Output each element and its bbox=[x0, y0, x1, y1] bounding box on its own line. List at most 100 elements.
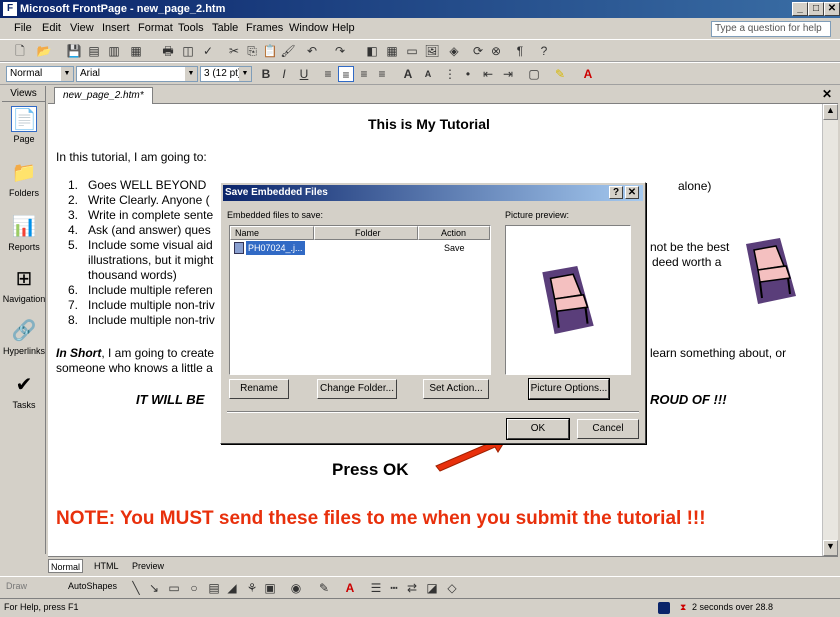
menu-tools[interactable]: Tools bbox=[178, 22, 204, 34]
preview-browser-icon[interactable]: ◫ bbox=[180, 43, 196, 59]
view-tasks[interactable]: ✔ Tasks bbox=[2, 372, 46, 410]
decrease-indent-icon[interactable]: ⇤ bbox=[480, 66, 496, 82]
font-select[interactable]: Arial ▼ bbox=[76, 66, 198, 82]
highlight-icon[interactable]: ✎ bbox=[552, 66, 568, 82]
menu-format[interactable]: Format bbox=[138, 22, 173, 34]
insert-picture-icon[interactable]: 🖼 bbox=[424, 43, 440, 59]
bullets-icon[interactable]: • bbox=[460, 66, 476, 82]
help-icon[interactable]: ? bbox=[536, 43, 552, 59]
menu-help[interactable]: Help bbox=[332, 22, 355, 34]
tab-normal[interactable]: Normal bbox=[48, 559, 84, 573]
increase-indent-icon[interactable]: ⇥ bbox=[500, 66, 516, 82]
tab-preview[interactable]: Preview bbox=[130, 559, 166, 573]
shadow-icon[interactable]: ◪ bbox=[424, 580, 440, 596]
picture-options-button[interactable]: Picture Options... bbox=[528, 378, 610, 400]
cancel-button[interactable]: Cancel bbox=[577, 419, 639, 439]
dialog-close-button[interactable]: ✕ bbox=[625, 186, 639, 199]
draw-menu[interactable]: Draw bbox=[6, 581, 27, 591]
line-icon[interactable]: ╲ bbox=[128, 580, 144, 596]
tab-new-page-2[interactable]: new_page_2.htm* bbox=[54, 87, 153, 104]
close-button[interactable]: ✕ bbox=[824, 2, 840, 16]
save-icon[interactable]: 💾 bbox=[66, 43, 82, 59]
view-navigation[interactable]: ⊞ Navigation bbox=[2, 266, 46, 304]
copy-icon[interactable]: ⎘ bbox=[244, 43, 260, 59]
line-color-icon[interactable]: ✎ bbox=[316, 580, 332, 596]
hyperlink-icon[interactable]: ⟳ bbox=[470, 43, 486, 59]
textbox-icon[interactable]: ▤ bbox=[206, 580, 222, 596]
scroll-down-icon[interactable]: ▼ bbox=[823, 540, 838, 556]
oval-icon[interactable]: ○ bbox=[186, 580, 202, 596]
menu-frames[interactable]: Frames bbox=[246, 22, 283, 34]
redo-icon[interactable]: ↷ bbox=[332, 43, 348, 59]
folder-list-icon[interactable]: ▥ bbox=[106, 43, 122, 59]
dash-style-icon[interactable]: ┅ bbox=[386, 580, 402, 596]
align-left-icon[interactable]: ≡ bbox=[320, 66, 336, 82]
dialog-help-button[interactable]: ? bbox=[609, 186, 623, 199]
view-reports[interactable]: 📊 Reports bbox=[2, 214, 46, 252]
italic-icon[interactable]: I bbox=[276, 66, 292, 82]
show-all-icon[interactable]: ¶ bbox=[512, 43, 528, 59]
print-icon[interactable]: 🖶 bbox=[160, 43, 176, 59]
insert-layer-icon[interactable]: ▭ bbox=[404, 43, 420, 59]
column-header-folder[interactable]: Folder bbox=[314, 226, 418, 240]
publish-icon[interactable]: ▤ bbox=[86, 43, 102, 59]
3d-icon[interactable]: ◇ bbox=[444, 580, 460, 596]
view-hyperlinks[interactable]: 🔗 Hyperlinks bbox=[2, 318, 46, 356]
align-right-icon[interactable]: ≡ bbox=[356, 66, 372, 82]
rectangle-icon[interactable]: ▭ bbox=[166, 580, 182, 596]
menu-insert[interactable]: Insert bbox=[102, 22, 130, 34]
drawing-icon[interactable]: ◈ bbox=[446, 43, 462, 59]
file-row[interactable]: PH07024_.j... Save bbox=[232, 241, 488, 255]
maximize-button[interactable]: □ bbox=[808, 2, 824, 16]
ok-button[interactable]: OK bbox=[506, 418, 570, 440]
numbering-icon[interactable]: ⋮ bbox=[442, 66, 458, 82]
spelling-icon[interactable]: ✓ bbox=[200, 43, 216, 59]
align-center-icon[interactable]: ≡ bbox=[338, 66, 354, 82]
underline-icon[interactable]: U bbox=[296, 66, 312, 82]
tab-html[interactable]: HTML bbox=[92, 559, 121, 573]
stop-icon[interactable]: ⊗ bbox=[488, 43, 504, 59]
change-folder-button[interactable]: Change Folder... bbox=[317, 379, 397, 399]
embedded-files-list[interactable]: Name Folder Action PH07024_.j... Save bbox=[229, 225, 491, 375]
autoshapes-menu[interactable]: AutoShapes bbox=[68, 581, 117, 591]
menu-view[interactable]: View bbox=[70, 22, 94, 34]
column-header-name[interactable]: Name bbox=[230, 226, 314, 240]
font-color-icon[interactable]: A bbox=[580, 66, 596, 82]
size-select[interactable]: 3 (12 pt) ▼ bbox=[200, 66, 252, 82]
arrow-icon[interactable]: ↘ bbox=[146, 580, 162, 596]
rename-button[interactable]: Rename bbox=[229, 379, 289, 399]
vertical-scrollbar[interactable]: ▲ ▼ bbox=[822, 104, 838, 556]
clipart-icon[interactable]: ⚘ bbox=[244, 580, 260, 596]
arrow-style-icon[interactable]: ⇄ bbox=[404, 580, 420, 596]
wordart-icon[interactable]: ◢ bbox=[224, 580, 240, 596]
draw-font-color-icon[interactable]: A bbox=[342, 580, 358, 596]
column-header-action[interactable]: Action bbox=[418, 226, 490, 240]
help-question-input[interactable]: Type a question for help bbox=[711, 21, 831, 37]
view-icon[interactable]: ▦ bbox=[128, 43, 144, 59]
picture-icon[interactable]: ▣ bbox=[262, 580, 278, 596]
borders-icon[interactable]: ▢ bbox=[526, 66, 542, 82]
frontpage-app-icon[interactable]: F bbox=[3, 2, 17, 16]
close-icon[interactable]: ✕ bbox=[822, 87, 832, 101]
minimize-button[interactable]: _ bbox=[792, 2, 808, 16]
format-painter-icon[interactable]: 🖌 bbox=[280, 43, 296, 59]
justify-icon[interactable]: ≡ bbox=[374, 66, 390, 82]
menu-table[interactable]: Table bbox=[212, 22, 238, 34]
set-action-button[interactable]: Set Action... bbox=[423, 379, 489, 399]
increase-font-icon[interactable]: A bbox=[400, 66, 416, 82]
scroll-up-icon[interactable]: ▲ bbox=[823, 104, 838, 120]
style-select[interactable]: Normal ▼ bbox=[6, 66, 74, 82]
menu-window[interactable]: Window bbox=[289, 22, 328, 34]
open-icon[interactable]: 📂 bbox=[36, 43, 52, 59]
view-folders[interactable]: 📁 Folders bbox=[2, 160, 46, 198]
decrease-font-icon[interactable]: A bbox=[420, 66, 436, 82]
paste-icon[interactable]: 📋 bbox=[262, 43, 278, 59]
cut-icon[interactable]: ✂ bbox=[226, 43, 242, 59]
fill-color-icon[interactable]: ◉ bbox=[288, 580, 304, 596]
new-page-icon[interactable]: 🗋 bbox=[12, 43, 28, 59]
line-style-icon[interactable]: ☰ bbox=[368, 580, 384, 596]
undo-icon[interactable]: ↶ bbox=[304, 43, 320, 59]
menu-edit[interactable]: Edit bbox=[42, 22, 61, 34]
view-page[interactable]: 📄 Page bbox=[2, 106, 46, 144]
menu-file[interactable]: File bbox=[14, 22, 32, 34]
